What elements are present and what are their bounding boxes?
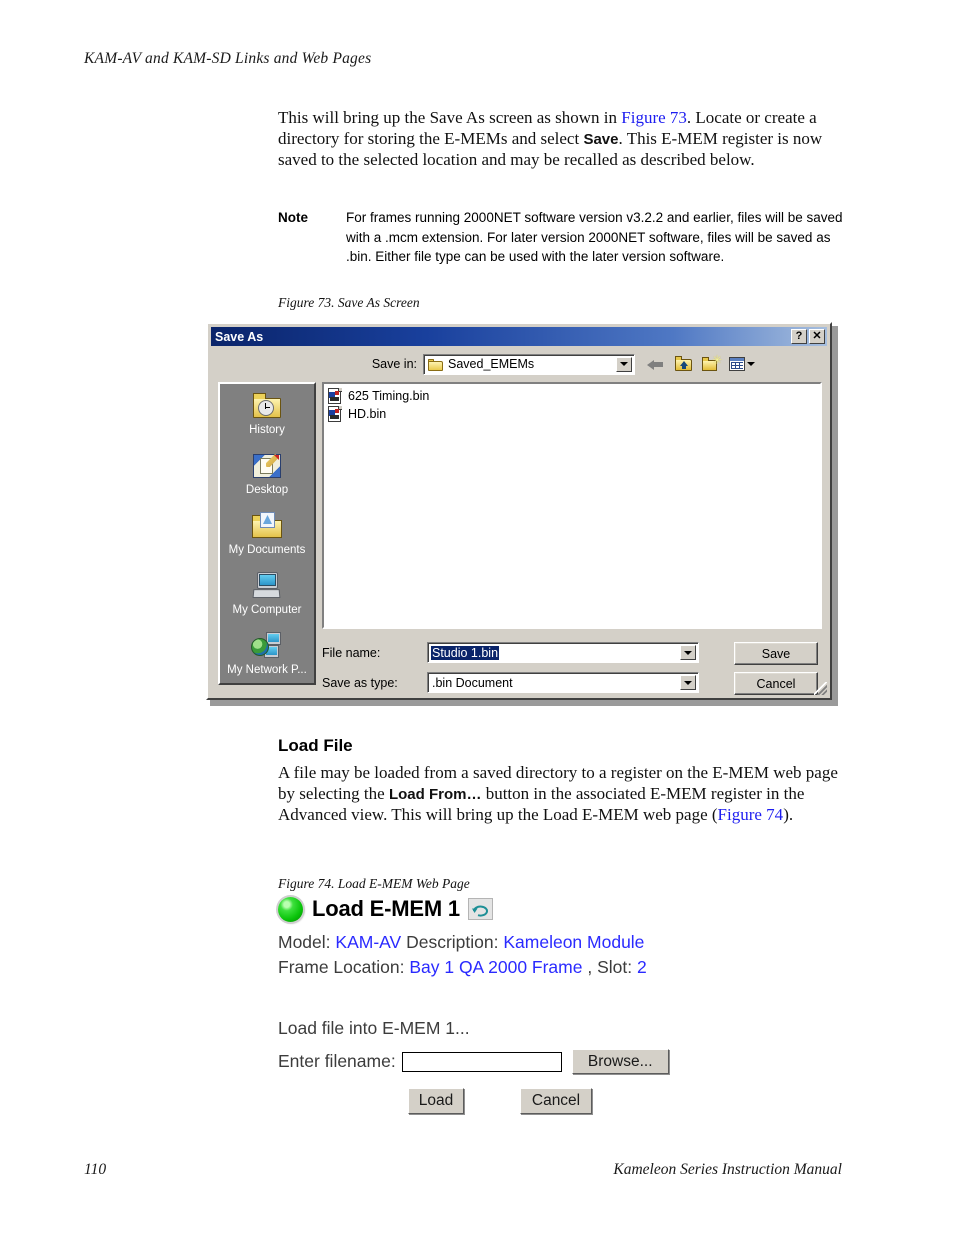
- resize-grip[interactable]: [814, 682, 827, 695]
- load-into-text: Load file into E-MEM 1...: [278, 1018, 470, 1038]
- note-label: Note: [278, 210, 308, 225]
- figure-74-caption: Figure 74. Load E-MEM Web Page: [278, 876, 470, 891]
- intro-paragraph-block: This will bring up the Save As screen as…: [278, 108, 844, 171]
- place-label: My Computer: [232, 604, 302, 616]
- my-network-places-icon: [250, 630, 284, 662]
- refresh-icon[interactable]: [467, 898, 493, 920]
- dialog-toolbar: ✳: [645, 354, 755, 374]
- new-folder-icon[interactable]: ✳: [701, 354, 722, 374]
- footer-manual-title: Kameleon Series Instruction Manual: [613, 1161, 842, 1178]
- save-emphasis: Save: [583, 130, 619, 148]
- figure-74-link[interactable]: Figure 74: [718, 805, 784, 824]
- close-icon[interactable]: ✕: [809, 329, 825, 344]
- chevron-down-icon[interactable]: [616, 356, 632, 372]
- save-as-type-label: Save as type:: [322, 675, 398, 690]
- place-my-documents[interactable]: My Documents: [220, 510, 314, 569]
- views-icon[interactable]: [729, 354, 755, 374]
- load-file-heading: Load File: [278, 736, 353, 755]
- save-as-type-value: .bin Document: [432, 675, 513, 690]
- model-label: Model:: [278, 932, 331, 952]
- description-label: Description:: [406, 932, 499, 952]
- place-history[interactable]: History: [220, 390, 314, 449]
- model-value[interactable]: KAM-AV: [335, 932, 401, 952]
- place-label: My Documents: [228, 544, 306, 556]
- model-description-line: Model: KAM-AV Description: Kameleon Modu…: [278, 930, 669, 955]
- description-value[interactable]: Kameleon Module: [503, 932, 644, 952]
- intro-text-1: This will bring up the Save As screen as…: [278, 108, 622, 127]
- help-icon[interactable]: ?: [791, 329, 807, 344]
- file-list-item[interactable]: HD.bin: [327, 405, 820, 423]
- bin-file-icon: [327, 388, 343, 404]
- load-emem-web-page-figure: Load E-MEM 1 Model: KAM-AV Description: …: [278, 894, 669, 1114]
- save-in-value: Saved_EMEMs: [448, 357, 535, 371]
- save-in-label: Save in:: [371, 357, 417, 371]
- history-icon: [250, 390, 284, 422]
- save-as-dialog[interactable]: Save As ? ✕ Save in: Saved_EMEMs ✳ Histo…: [206, 322, 832, 700]
- load-from-emphasis: Load From…: [388, 785, 482, 803]
- load-button[interactable]: Load: [408, 1088, 464, 1114]
- save-in-dropdown[interactable]: Saved_EMEMs: [423, 353, 635, 375]
- file-list[interactable]: 625 Timing.bin HD.bin: [322, 382, 822, 629]
- web-action-row: Load Cancel: [408, 1088, 669, 1114]
- load-file-paragraph: A file may be loaded from a saved direct…: [278, 763, 844, 826]
- load-file-text-3: ).: [783, 805, 794, 824]
- place-my-network-places[interactable]: My Network P...: [220, 630, 314, 689]
- place-label: My Network P...: [227, 664, 307, 676]
- filename-input[interactable]: [401, 1051, 562, 1072]
- file-name-label: File name:: [322, 645, 381, 660]
- bin-file-icon: [327, 406, 343, 422]
- up-one-level-icon[interactable]: [673, 354, 694, 374]
- folder-icon: [428, 358, 444, 371]
- back-arrow-icon[interactable]: [645, 354, 666, 374]
- intro-paragraph: This will bring up the Save As screen as…: [278, 108, 844, 171]
- note-block: Note For frames running 2000NET software…: [278, 208, 844, 267]
- file-name-input[interactable]: Studio 1.bin: [427, 642, 699, 663]
- dialog-title: Save As: [215, 329, 264, 344]
- my-documents-icon: [250, 510, 284, 542]
- note-text: For frames running 2000NET software vers…: [346, 210, 843, 264]
- save-as-type-dropdown[interactable]: .bin Document: [427, 672, 699, 693]
- save-in-row: Save in: Saved_EMEMs ✳: [211, 352, 827, 376]
- save-as-type-row: Save as type: .bin Document: [322, 672, 699, 693]
- enter-filename-label: Enter filename:: [278, 1051, 396, 1071]
- desktop-icon: [250, 450, 284, 482]
- file-list-item[interactable]: 625 Timing.bin: [327, 387, 820, 405]
- emem-header: Load E-MEM 1: [278, 894, 669, 924]
- save-as-dialog-figure: Save As ? ✕ Save in: Saved_EMEMs ✳ Histo…: [206, 322, 838, 706]
- save-button[interactable]: Save: [734, 642, 818, 665]
- browse-button[interactable]: Browse...: [571, 1049, 669, 1074]
- cancel-button[interactable]: Cancel: [734, 672, 818, 695]
- place-my-computer[interactable]: My Computer: [220, 570, 314, 629]
- places-bar[interactable]: History Desktop My Documents My Computer: [218, 382, 316, 685]
- cancel-button[interactable]: Cancel: [520, 1088, 592, 1114]
- figure-73-caption: Figure 73. Save As Screen: [278, 295, 420, 310]
- load-file-paragraph-block: A file may be loaded from a saved direct…: [278, 763, 844, 826]
- running-head: KAM-AV and KAM-SD Links and Web Pages: [84, 50, 372, 67]
- file-name: 625 Timing.bin: [348, 389, 430, 403]
- figure-73-link[interactable]: Figure 73: [621, 108, 687, 127]
- frame-location-label: Frame Location:: [278, 957, 405, 977]
- enter-filename-row: Enter filename: Browse...: [278, 1049, 669, 1074]
- file-name-row: File name: Studio 1.bin: [322, 642, 699, 663]
- page-title: Load E-MEM 1: [312, 896, 460, 921]
- slot-value[interactable]: 2: [637, 957, 647, 977]
- dialog-title-bar[interactable]: Save As ? ✕: [211, 327, 827, 346]
- slot-label: , Slot:: [587, 957, 633, 977]
- footer-page-number: 110: [84, 1161, 107, 1178]
- frame-location-line: Frame Location: Bay 1 QA 2000 Frame , Sl…: [278, 955, 669, 980]
- file-name-value: Studio 1.bin: [431, 645, 500, 660]
- place-desktop[interactable]: Desktop: [220, 450, 314, 509]
- my-computer-icon: [250, 570, 284, 602]
- file-name: HD.bin: [348, 407, 387, 421]
- chevron-down-icon[interactable]: [680, 675, 696, 690]
- status-led-icon: [278, 896, 303, 922]
- frame-location-value[interactable]: Bay 1 QA 2000 Frame: [409, 957, 582, 977]
- chevron-down-icon[interactable]: [680, 645, 696, 660]
- dialog-title-buttons: ? ✕: [791, 329, 825, 344]
- place-label: History: [249, 424, 285, 436]
- place-label: Desktop: [245, 484, 289, 496]
